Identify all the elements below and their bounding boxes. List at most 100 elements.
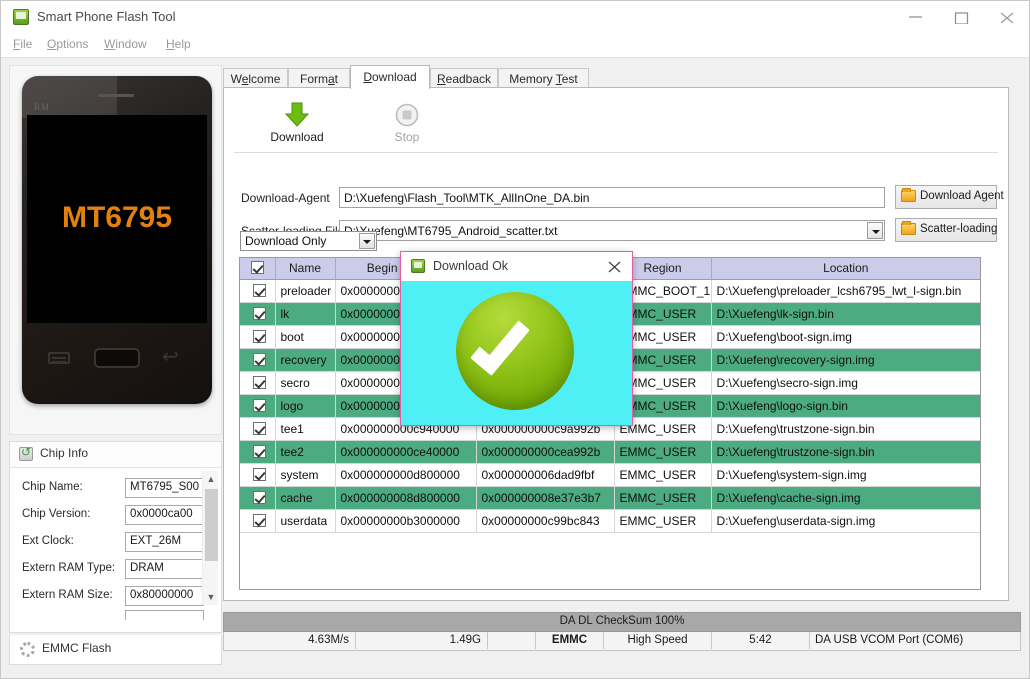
chip-field-value[interactable]: 0x80000000 bbox=[125, 586, 204, 606]
dialog-close-button[interactable] bbox=[604, 257, 626, 277]
tab-memory-test[interactable]: Memory Test bbox=[498, 68, 589, 88]
chip-field-value[interactable]: 0x0000ca00 bbox=[125, 505, 204, 525]
cell-region: EMMC_USER bbox=[614, 440, 712, 464]
cell-name: secro bbox=[275, 371, 336, 395]
menu-file[interactable]: File bbox=[11, 37, 34, 55]
row-checkbox[interactable] bbox=[252, 490, 266, 504]
cell-region: EMMC_USER bbox=[614, 509, 712, 533]
tab-format[interactable]: Format bbox=[288, 68, 350, 88]
download-ok-dialog[interactable]: Download Ok bbox=[400, 251, 633, 426]
row-checkbox-cell[interactable] bbox=[240, 302, 276, 326]
download-agent-browse-button[interactable]: Download Agent bbox=[895, 185, 1004, 209]
scatter-input[interactable]: D:\Xuefeng\MT6795_Android_scatter.txt bbox=[339, 220, 885, 241]
row-checkbox[interactable] bbox=[252, 329, 266, 343]
tab-welcome[interactable]: Welcome bbox=[223, 68, 288, 88]
table-row[interactable]: cache 0x000000008d800000 0x000000008e37e3b… bbox=[240, 486, 980, 510]
home-button bbox=[94, 348, 140, 368]
close-button[interactable] bbox=[985, 1, 1029, 32]
row-checkbox[interactable] bbox=[252, 306, 266, 320]
row-checkbox[interactable] bbox=[252, 513, 266, 527]
row-checkbox-cell[interactable] bbox=[240, 417, 276, 441]
download-agent-input[interactable]: D:\Xuefeng\Flash_Tool\MTK_AllInOne_DA.bi… bbox=[339, 187, 885, 208]
row-checkbox-cell[interactable] bbox=[240, 509, 276, 533]
tab-download[interactable]: Download bbox=[350, 65, 430, 89]
row-checkbox[interactable] bbox=[252, 375, 266, 389]
stop-button[interactable]: Stop bbox=[362, 100, 452, 150]
chevron-up-icon[interactable]: ▲ bbox=[203, 471, 219, 487]
chip-info-scrollbar[interactable]: ▲ ▼ bbox=[202, 471, 218, 605]
cell-begin-address: 0x00000000b3000000 bbox=[335, 509, 477, 533]
status-size: 1.49G bbox=[356, 632, 488, 649]
row-checkbox[interactable] bbox=[252, 283, 266, 297]
tab-strip: Welcome Format Download Readback Memory … bbox=[223, 65, 1021, 89]
download-button[interactable]: Download bbox=[252, 100, 342, 150]
row-checkbox[interactable] bbox=[252, 398, 266, 412]
app-window: Smart Phone Flash Tool File Options Wind… bbox=[0, 0, 1030, 679]
row-checkbox[interactable] bbox=[252, 467, 266, 481]
select-all-header[interactable] bbox=[240, 258, 276, 280]
status-blank bbox=[488, 632, 536, 649]
chevron-down-icon[interactable]: ▼ bbox=[203, 589, 219, 605]
table-row[interactable]: system 0x000000000d800000 0x000000006dad9f… bbox=[240, 463, 980, 487]
window-title: Smart Phone Flash Tool bbox=[37, 9, 176, 24]
phone-illustration: BM MT6795 ↩ bbox=[22, 76, 212, 404]
row-checkbox-cell[interactable] bbox=[240, 348, 276, 372]
status-time: 5:42 bbox=[712, 632, 810, 649]
tab-readback[interactable]: Readback bbox=[430, 68, 498, 88]
row-checkbox[interactable] bbox=[252, 444, 266, 458]
cell-location: D:\Xuefeng\userdata-sign.img bbox=[711, 509, 980, 533]
cell-location: D:\Xuefeng\system-sign.img bbox=[711, 463, 980, 487]
table-row[interactable]: tee2 0x000000000ce40000 0x000000000cea992b… bbox=[240, 440, 980, 464]
menu-options[interactable]: Options bbox=[45, 37, 90, 55]
row-checkbox-cell[interactable] bbox=[240, 325, 276, 349]
minimize-button[interactable] bbox=[893, 1, 939, 32]
cell-end-address: 0x000000008e37e3b7 bbox=[476, 486, 615, 510]
row-checkbox[interactable] bbox=[252, 421, 266, 435]
cell-name: tee2 bbox=[275, 440, 336, 464]
scatter-browse-button[interactable]: Scatter-loading bbox=[895, 218, 997, 242]
row-checkbox-cell[interactable] bbox=[240, 279, 276, 303]
row-checkbox-cell[interactable] bbox=[240, 463, 276, 487]
col-name[interactable]: Name bbox=[275, 258, 336, 280]
download-arrow-icon bbox=[284, 102, 310, 127]
row-checkbox-cell[interactable] bbox=[240, 394, 276, 418]
cell-location: D:\Xuefeng\trustzone-sign.bin bbox=[711, 417, 980, 441]
row-checkbox-cell[interactable] bbox=[240, 371, 276, 395]
maximize-button[interactable] bbox=[939, 1, 985, 32]
maximize-icon bbox=[954, 12, 969, 24]
menu-help[interactable]: Help bbox=[164, 37, 193, 55]
phone-speaker bbox=[98, 94, 134, 97]
cell-location: D:\Xuefeng\secro-sign.img bbox=[711, 371, 980, 395]
scatter-dropdown-arrow[interactable] bbox=[867, 222, 883, 239]
download-button-label: Download bbox=[270, 130, 324, 144]
cell-begin-address: 0x000000000ce40000 bbox=[335, 440, 477, 464]
table-row[interactable]: userdata 0x00000000b3000000 0x00000000c99b… bbox=[240, 509, 980, 533]
folder-icon bbox=[901, 188, 916, 202]
dialog-body bbox=[401, 281, 632, 425]
col-location[interactable]: Location bbox=[711, 258, 980, 280]
row-checkbox[interactable] bbox=[252, 352, 266, 366]
phone-brand-label: BM bbox=[34, 102, 51, 112]
minimize-icon bbox=[909, 16, 922, 18]
chip-field-value[interactable]: MT6795_S00 bbox=[125, 478, 204, 498]
cell-name: recovery bbox=[275, 348, 336, 372]
status-mode: High Speed bbox=[604, 632, 712, 649]
chevron-down-icon[interactable] bbox=[359, 233, 375, 249]
chip-field-value[interactable]: EXT_26M bbox=[125, 532, 204, 552]
chip-field-value[interactable]: DRAM bbox=[125, 559, 204, 579]
download-mode-select[interactable]: Download Only bbox=[240, 231, 377, 251]
cell-name: tee1 bbox=[275, 417, 336, 441]
close-icon bbox=[1000, 12, 1014, 24]
cell-name: userdata bbox=[275, 509, 336, 533]
row-checkbox-cell[interactable] bbox=[240, 440, 276, 464]
refresh-icon[interactable] bbox=[19, 445, 33, 461]
cell-location: D:\Xuefeng\preloader_lcsh6795_lwt_l-sign… bbox=[711, 279, 980, 303]
emmc-flash-panel[interactable]: EMMC Flash bbox=[9, 635, 222, 665]
cell-location: D:\Xuefeng\boot-sign.img bbox=[711, 325, 980, 349]
scrollbar-thumb[interactable] bbox=[205, 489, 218, 561]
menu-window[interactable]: Window bbox=[102, 37, 149, 55]
row-checkbox-cell[interactable] bbox=[240, 486, 276, 510]
file-form: Download-Agent D:\Xuefeng\Flash_Tool\MTK… bbox=[233, 172, 1004, 242]
select-all-checkbox[interactable] bbox=[250, 261, 264, 275]
dialog-title-bar: Download Ok bbox=[401, 252, 632, 281]
